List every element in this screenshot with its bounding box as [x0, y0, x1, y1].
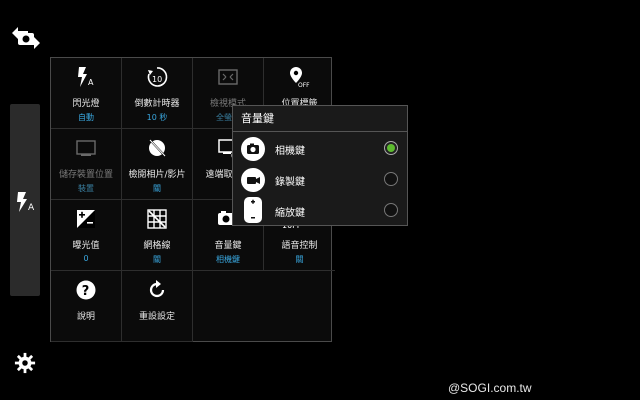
camera-switch-icon[interactable] — [8, 24, 44, 52]
help-icon: ? — [76, 280, 96, 300]
radio-selected[interactable] — [384, 141, 398, 155]
setting-label: 說明 — [76, 312, 95, 322]
setting-label: 曝光值 — [72, 241, 100, 251]
option-label: 錄製鍵 — [275, 177, 305, 188]
svg-text:?: ? — [82, 284, 90, 299]
option-camera-key[interactable]: 相機鍵 — [233, 133, 407, 164]
setting-label: 檢閱相片/影片 — [128, 170, 186, 180]
setting-value: 10 秒 — [146, 113, 168, 122]
setting-label: 網格線 — [143, 241, 171, 251]
radio-unselected[interactable] — [384, 172, 398, 186]
option-label: 相機鍵 — [275, 146, 305, 157]
flash-auto-icon: A — [78, 67, 94, 87]
watermark: @SOGI.com.tw — [448, 381, 532, 395]
flash-auto-icon[interactable]: A — [14, 190, 38, 214]
setting-label: 重設設定 — [138, 312, 175, 322]
exposure-icon — [77, 210, 95, 228]
option-zoom-key[interactable]: 縮放鍵 — [233, 195, 407, 226]
setting-storage[interactable]: 儲存裝置位置 裝置 — [51, 129, 122, 200]
setting-label: 音量鍵 — [214, 241, 242, 251]
setting-label: 儲存裝置位置 — [58, 170, 113, 180]
storage-icon — [76, 140, 96, 156]
setting-reset[interactable]: 重設設定 — [122, 271, 193, 342]
setting-value: 關 — [153, 255, 161, 264]
setting-exposure[interactable]: 曝光值 0 — [51, 200, 122, 271]
setting-label: 閃光燈 — [72, 99, 100, 109]
reset-icon — [149, 280, 165, 298]
view-mode-icon — [218, 69, 238, 85]
setting-value: 自動 — [78, 113, 94, 122]
grid-lines-icon — [147, 209, 167, 229]
zoom-icon — [244, 197, 262, 223]
setting-value: 裝置 — [78, 184, 94, 193]
setting-value: 關 — [153, 184, 161, 193]
svg-text:A: A — [28, 203, 35, 213]
video-icon — [241, 168, 265, 192]
location-off-icon: OFF — [290, 67, 310, 88]
setting-value: 0 — [83, 254, 89, 263]
setting-review[interactable]: 檢閱相片/影片 關 — [122, 129, 193, 200]
volume-key-popup: 音量鍵 相機鍵 錄製鍵 縮放鍵 — [232, 105, 408, 226]
timer-icon: 10 — [147, 67, 168, 87]
gear-icon[interactable] — [14, 352, 36, 374]
setting-help[interactable]: ? 說明 — [51, 271, 122, 342]
option-record-key[interactable]: 錄製鍵 — [233, 164, 407, 195]
setting-flash[interactable]: A 閃光燈 自動 — [51, 58, 122, 129]
radio-unselected[interactable] — [384, 203, 398, 217]
camera-icon — [241, 137, 265, 161]
setting-value: 相機鍵 — [216, 255, 240, 264]
svg-text:OFF: OFF — [298, 82, 310, 88]
setting-timer[interactable]: 10 倒數計時器 10 秒 — [122, 58, 193, 129]
setting-value: 關 — [295, 255, 304, 264]
popup-title: 音量鍵 — [233, 106, 407, 132]
option-label: 縮放鍵 — [275, 208, 305, 219]
setting-grid-lines[interactable]: 網格線 關 — [122, 200, 193, 271]
setting-label: 倒數計時器 — [134, 99, 180, 109]
svg-text:10: 10 — [152, 75, 162, 84]
setting-label: 語音控制 — [281, 241, 318, 251]
review-off-icon — [149, 139, 166, 157]
svg-text:A: A — [88, 78, 94, 87]
